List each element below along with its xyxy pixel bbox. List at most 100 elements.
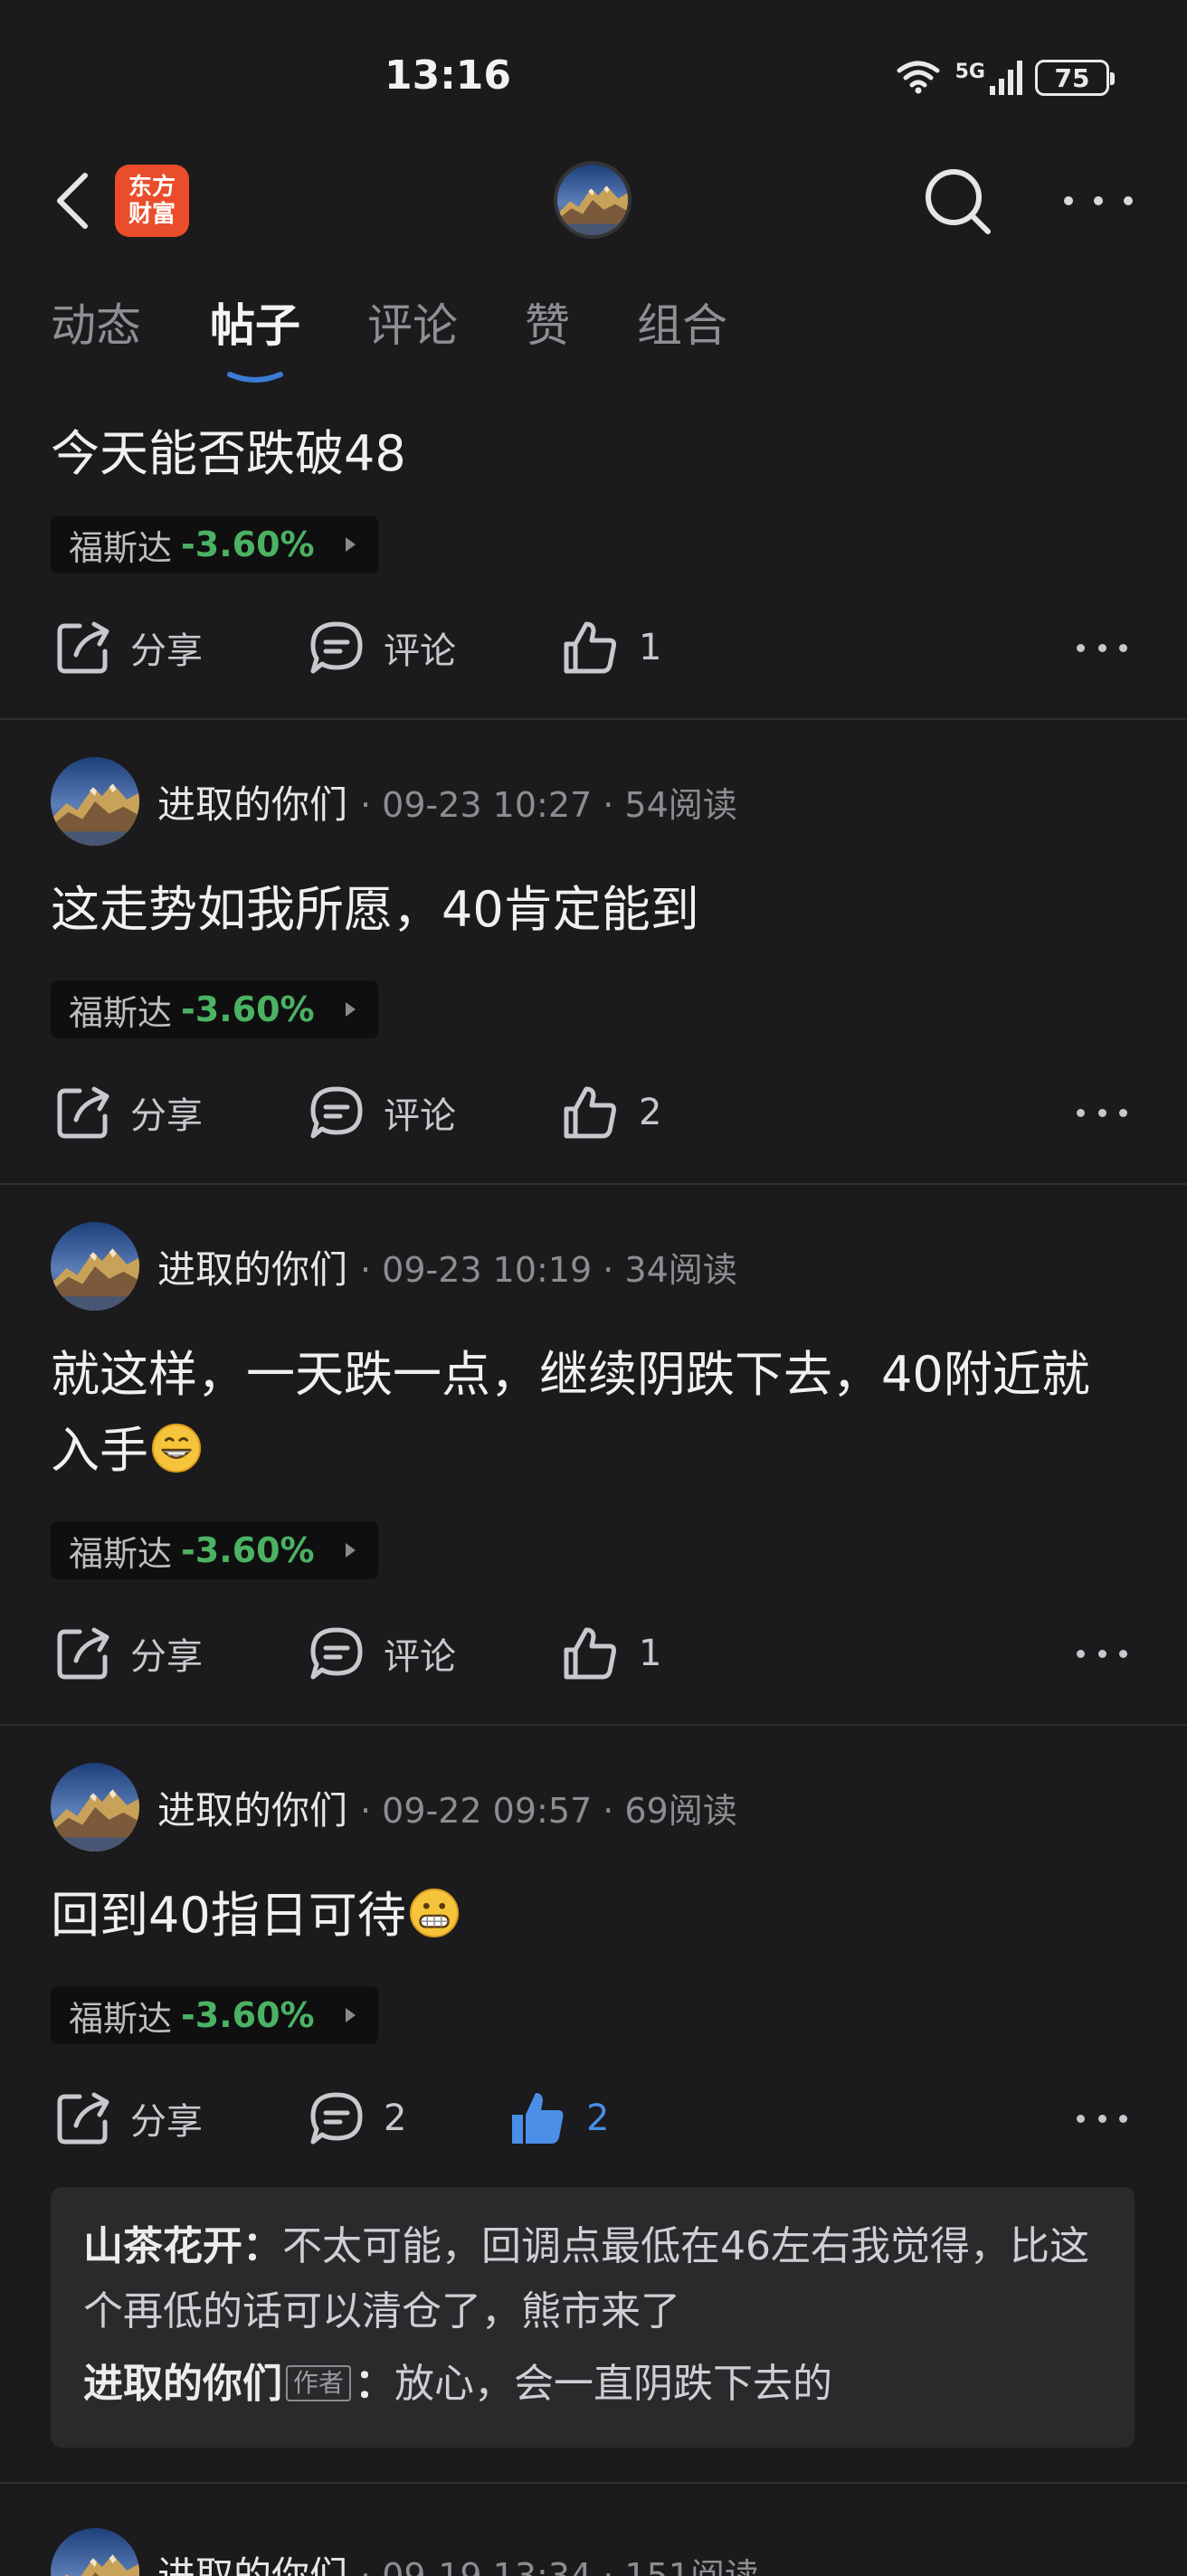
- chip-arrow-icon: [345, 2008, 356, 2022]
- comment-preview-box[interactable]: 山茶花开：不太可能，回调点最低在46左右我觉得，比这个再低的话可以清仓了，熊市来…: [51, 2187, 1135, 2448]
- like-button[interactable]: 2: [508, 2082, 609, 2155]
- comment-button[interactable]: 2: [308, 2082, 406, 2155]
- author-tag-badge: 作者: [286, 2365, 352, 2401]
- grimacing-face-emoji: [409, 1888, 459, 1938]
- post-actions: 分享 评论 1: [0, 611, 1187, 684]
- author-avatar[interactable]: [51, 1222, 139, 1311]
- more-options-button[interactable]: [1064, 181, 1133, 221]
- post-card[interactable]: 进取的你们 · 09-19 13:34 · 151阅读: [0, 2484, 1187, 2576]
- like-count: 2: [639, 1092, 662, 1133]
- post-more-button[interactable]: [1077, 1094, 1127, 1131]
- stock-name: 福斯达: [69, 1998, 173, 2039]
- battery-level: 75: [1054, 62, 1090, 93]
- share-label: 分享: [130, 2101, 203, 2143]
- comment-label: 评论: [384, 630, 456, 672]
- share-icon: [57, 1086, 109, 1139]
- more-dot: [1119, 1108, 1127, 1117]
- author-avatar[interactable]: [51, 1763, 139, 1852]
- post-card[interactable]: 进取的你们 · 09-23 10:19 · 34阅读 就这样，一天跌一点，继续阴…: [0, 1185, 1187, 1726]
- author-avatar[interactable]: [51, 757, 139, 846]
- post-text[interactable]: 这走势如我所愿，40肯定能到: [51, 872, 1136, 948]
- stock-chip[interactable]: 福斯达 -3.60%: [51, 516, 378, 573]
- like-count: 1: [639, 1633, 662, 1674]
- post-meta: · 09-19 13:34 · 151阅读: [360, 2555, 759, 2576]
- comment-bubble-icon: [310, 2092, 363, 2145]
- grinning-face-emoji: [151, 1423, 202, 1473]
- eastmoney-logo[interactable]: 东方 财富: [115, 165, 189, 237]
- tab-posts[interactable]: 帖子: [210, 289, 300, 355]
- author-name[interactable]: 进取的你们: [157, 2545, 347, 2576]
- more-dot: [1119, 2114, 1127, 2123]
- comment-separator: ：: [355, 2361, 395, 2407]
- more-dot: [1097, 1108, 1106, 1117]
- author-name[interactable]: 进取的你们: [157, 1239, 347, 1294]
- like-button[interactable]: 1: [561, 611, 661, 684]
- author-avatar[interactable]: [51, 2528, 139, 2576]
- share-button[interactable]: 分享: [54, 2082, 203, 2155]
- comment-label: 评论: [384, 1095, 456, 1137]
- more-dot: [1097, 643, 1106, 652]
- tab-comments[interactable]: 评论: [367, 289, 458, 355]
- post-card[interactable]: 进取的你们 · 09-22 09:57 · 69阅读 回到40指日可待 福斯达 …: [0, 1726, 1187, 2482]
- wifi-icon: [894, 58, 943, 98]
- post-text-content: 回到40指日可待: [51, 1887, 406, 1944]
- post-header: 进取的你们 · 09-19 13:34 · 151阅读: [51, 2529, 759, 2576]
- comment-label: 评论: [384, 1636, 456, 1678]
- share-icon: [57, 1627, 109, 1680]
- stock-name: 福斯达: [69, 1533, 173, 1574]
- post-meta: · 09-23 10:27 · 54阅读: [360, 784, 737, 825]
- share-button[interactable]: 分享: [54, 1076, 203, 1149]
- like-button[interactable]: 2: [561, 1076, 661, 1149]
- comment-button[interactable]: 评论: [308, 1076, 456, 1149]
- author-name[interactable]: 进取的你们: [157, 1780, 347, 1835]
- stock-change: -3.60%: [181, 990, 315, 1029]
- search-icon: [926, 169, 991, 234]
- thumbs-up-filled-icon: [512, 2093, 564, 2144]
- comment-count: 2: [384, 2098, 407, 2139]
- profile-tabs: 动态 帖子 评论 赞 组合: [0, 289, 1187, 389]
- author-name[interactable]: 进取的你们: [157, 774, 347, 829]
- post-actions: 分享 评论 1: [0, 1617, 1187, 1690]
- more-dot: [1077, 2114, 1085, 2123]
- back-button[interactable]: [45, 170, 100, 232]
- chevron-left-icon: [57, 173, 88, 229]
- more-dot: [1124, 196, 1133, 205]
- share-button[interactable]: 分享: [54, 611, 203, 684]
- stock-chip[interactable]: 福斯达 -3.60%: [51, 1521, 378, 1579]
- post-text[interactable]: 回到40指日可待: [51, 1878, 1136, 1954]
- chip-arrow-icon: [345, 1543, 356, 1558]
- post-more-button[interactable]: [1077, 630, 1127, 666]
- tab-activity[interactable]: 动态: [51, 289, 141, 355]
- tab-portfolio[interactable]: 组合: [637, 289, 727, 355]
- post-card[interactable]: 今天能否跌破48 福斯达 -3.60% 分享 评论 1: [0, 389, 1187, 720]
- comment-item[interactable]: 进取的你们 作者 ：放心，会一直阴跌下去的: [83, 2352, 1102, 2417]
- post-more-button[interactable]: [1077, 1635, 1127, 1672]
- comment-button[interactable]: 评论: [308, 611, 456, 684]
- post-text[interactable]: 就这样，一天跌一点，继续阴跌下去，40附近就入手: [51, 1337, 1136, 1489]
- stock-chip[interactable]: 福斯达 -3.60%: [51, 1986, 378, 2044]
- commenter-name[interactable]: 山茶花开: [83, 2223, 242, 2269]
- comment-button[interactable]: 评论: [308, 1617, 456, 1690]
- post-more-button[interactable]: [1077, 2100, 1127, 2136]
- comment-bubble-icon: [310, 621, 363, 674]
- more-dot: [1077, 1108, 1085, 1117]
- stock-name: 福斯达: [69, 992, 173, 1033]
- post-card[interactable]: 进取的你们 · 09-23 10:27 · 54阅读 这走势如我所愿，40肯定能…: [0, 720, 1187, 1185]
- top-nav-bar: 东方 财富: [0, 154, 1187, 244]
- like-count: 1: [639, 627, 662, 668]
- stock-chip[interactable]: 福斯达 -3.60%: [51, 980, 378, 1038]
- like-button[interactable]: 1: [561, 1617, 661, 1690]
- post-text[interactable]: 今天能否跌破48: [51, 416, 1136, 492]
- comment-item[interactable]: 山茶花开：不太可能，回调点最低在46左右我觉得，比这个再低的话可以清仓了，熊市来…: [83, 2214, 1102, 2344]
- share-label: 分享: [130, 1095, 203, 1137]
- share-button[interactable]: 分享: [54, 1617, 203, 1690]
- commenter-name[interactable]: 进取的你们: [83, 2361, 282, 2407]
- share-label: 分享: [130, 1636, 203, 1678]
- profile-avatar[interactable]: [554, 161, 631, 239]
- search-button[interactable]: [919, 163, 995, 239]
- thumbs-up-icon: [564, 1086, 616, 1139]
- tab-likes[interactable]: 赞: [525, 289, 570, 355]
- more-dot: [1077, 643, 1085, 652]
- post-text-content: 就这样，一天跌一点，继续阴跌下去，40附近就入手: [51, 1346, 1090, 1479]
- more-dot: [1077, 1649, 1085, 1658]
